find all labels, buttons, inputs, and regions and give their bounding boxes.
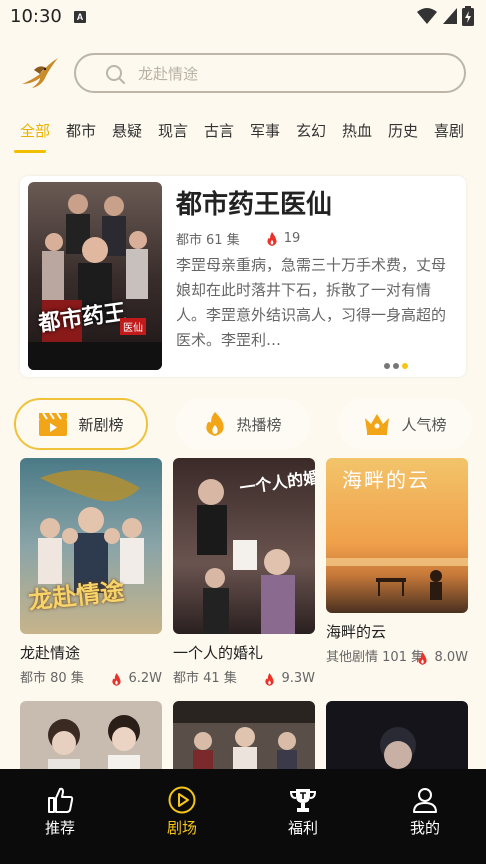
drama-poster[interactable]: 海畔的云 xyxy=(326,458,468,613)
category-active-indicator xyxy=(14,150,46,153)
drama-genre: 其他剧情 xyxy=(326,650,379,665)
drama-meta: 都市 80 集 6.2W xyxy=(20,669,162,689)
category-tab-comedy[interactable]: 喜剧 xyxy=(434,120,464,141)
drama-views-value: 8.0W xyxy=(434,650,468,665)
nav-label: 剧场 xyxy=(166,819,197,837)
featured-poster-badge: 医仙 xyxy=(120,318,146,335)
status-icons xyxy=(416,6,474,26)
nav-profile[interactable]: 我的 xyxy=(385,785,465,838)
rank-tab-label: 热播榜 xyxy=(236,415,282,434)
category-tab-fantasy[interactable]: 玄幻 xyxy=(296,120,326,141)
drama-title[interactable]: 一个人的婚礼 xyxy=(173,642,315,663)
battery-icon xyxy=(462,6,474,26)
flame-icon xyxy=(418,651,428,665)
nav-label: 福利 xyxy=(287,819,318,837)
drama-genre: 都市 xyxy=(173,671,200,686)
category-tab-all[interactable]: 全部 xyxy=(20,120,50,141)
featured-title[interactable]: 都市药王医仙 xyxy=(176,184,332,221)
rank-tab-new[interactable]: 新剧榜 xyxy=(14,398,148,450)
notification-icon: A xyxy=(74,11,86,23)
status-bar: 10:30 A xyxy=(0,0,486,34)
drama-views: 9.3W xyxy=(264,669,315,689)
carousel-dot[interactable] xyxy=(384,363,390,369)
category-tab-military[interactable]: 军事 xyxy=(250,120,280,141)
category-tab-city[interactable]: 都市 xyxy=(66,120,96,141)
nav-label: 推荐 xyxy=(44,819,75,837)
drama-views: 6.2W xyxy=(111,669,162,689)
drama-meta: 都市 41 集 9.3W xyxy=(173,669,315,689)
flame-icon xyxy=(267,231,277,246)
search-icon[interactable] xyxy=(104,63,126,85)
category-tab-action[interactable]: 热血 xyxy=(342,120,372,141)
drama-genre: 都市 xyxy=(20,671,47,686)
category-tab-history[interactable]: 历史 xyxy=(388,120,418,141)
drama-poster-title: 海畔的云 xyxy=(342,468,430,492)
drama-title[interactable]: 龙赴情途 xyxy=(20,642,162,663)
crown-icon xyxy=(363,412,391,436)
category-tab-suspense[interactable]: 悬疑 xyxy=(112,120,142,141)
play-circle-icon xyxy=(168,786,196,814)
drama-views-value: 6.2W xyxy=(128,671,162,686)
rank-tab-popular[interactable]: 人气榜 xyxy=(338,398,472,450)
drama-episodes: 80 集 xyxy=(50,671,84,686)
thumbs-up-icon xyxy=(48,787,74,813)
flame-icon xyxy=(265,672,275,686)
user-icon xyxy=(413,788,437,813)
drama-poster[interactable]: 龙赴情途 xyxy=(20,458,162,634)
search-input[interactable] xyxy=(138,63,438,85)
drama-card[interactable]: 一个人的婚礼 一个人的婚礼 都市 41 集 9.3W xyxy=(173,458,315,689)
drama-card[interactable]: 龙赴情途 龙赴情途 都市 80 集 6.2W xyxy=(20,458,162,689)
drama-card[interactable]: 海畔的云 海畔的云 其他剧情 101 集 8.0W xyxy=(326,458,468,668)
featured-heat: 19 xyxy=(283,231,301,246)
drama-title[interactable]: 海畔的云 xyxy=(326,621,468,642)
status-time: 10:30 xyxy=(10,6,62,27)
search-bar[interactable] xyxy=(74,53,466,93)
featured-banner[interactable]: 都市药王 医仙 都市药王医仙 都市 61 集 19 李罡母亲重病，急需三十万手术… xyxy=(20,176,466,377)
nav-theater[interactable]: 剧场 xyxy=(142,785,222,838)
carousel-dot[interactable] xyxy=(393,363,399,369)
featured-episodes: 61 集 xyxy=(206,233,240,248)
category-tab-modern-romance[interactable]: 现言 xyxy=(158,120,188,141)
drama-views: 8.0W xyxy=(417,648,468,668)
app-logo xyxy=(20,54,60,94)
nav-rewards[interactable]: 福利 xyxy=(263,785,343,838)
clapperboard-icon xyxy=(38,411,68,437)
trophy-icon xyxy=(289,789,317,812)
carousel-dot-active[interactable] xyxy=(402,363,408,369)
flame-icon xyxy=(112,672,122,686)
drama-episodes: 41 集 xyxy=(203,671,237,686)
rank-tab-hot[interactable]: 热播榜 xyxy=(176,398,310,450)
drama-poster[interactable]: 一个人的婚礼 xyxy=(173,458,315,634)
rank-tab-label: 新剧榜 xyxy=(78,415,124,434)
rank-tab-label: 人气榜 xyxy=(401,415,447,434)
signal-icon xyxy=(443,8,457,24)
nav-recommend[interactable]: 推荐 xyxy=(20,785,100,838)
category-tab-ancient-romance[interactable]: 古言 xyxy=(204,120,234,141)
bottom-nav: 推荐 剧场 福利 我的 xyxy=(0,769,486,864)
featured-genre: 都市 xyxy=(176,233,203,248)
drama-meta: 其他剧情 101 集 8.0W xyxy=(326,648,468,668)
carousel-dots xyxy=(384,363,408,369)
featured-description: 李罡母亲重病，急需三十万手术费，丈母娘却在此时落井下石，拆散了一对有情人。李罡意… xyxy=(176,256,447,349)
swallow-logo-icon xyxy=(22,58,58,88)
nav-label: 我的 xyxy=(409,819,440,837)
featured-meta: 都市 61 集 19 xyxy=(176,229,300,248)
wifi-icon xyxy=(417,8,437,24)
category-tabs: 全部 都市 悬疑 现言 古言 军事 玄幻 热血 历史 喜剧 xyxy=(0,120,486,154)
flame-icon xyxy=(204,411,226,437)
featured-poster[interactable]: 都市药王 医仙 xyxy=(28,182,162,370)
drama-views-value: 9.3W xyxy=(281,671,315,686)
